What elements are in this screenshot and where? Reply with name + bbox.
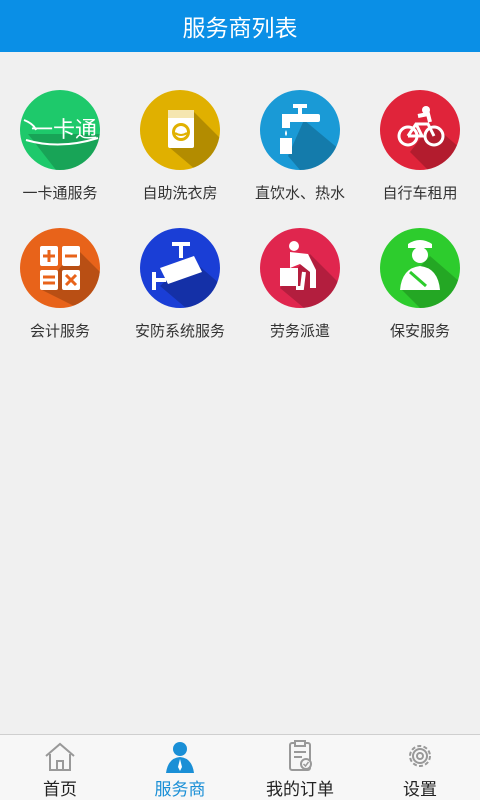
security-camera-icon — [140, 228, 220, 308]
service-bicycle[interactable]: 自行车租用 — [360, 90, 480, 228]
calculator-icon — [20, 228, 100, 308]
laborer-icon — [260, 228, 340, 308]
service-label: 劳务派遣 — [269, 322, 330, 340]
tab-home[interactable]: 首页 — [0, 735, 120, 800]
service-security-system[interactable]: 安防系统服务 — [120, 228, 240, 366]
service-accounting[interactable]: 会计服务 — [0, 228, 120, 366]
service-laundry[interactable]: 自助洗衣房 — [120, 90, 240, 228]
service-labor[interactable]: 劳务派遣 — [240, 228, 360, 366]
page-title: 服务商列表 — [182, 16, 298, 42]
settings-icon — [409, 745, 431, 767]
service-card-pass[interactable]: 一卡通 一卡通服务 — [0, 90, 120, 228]
service-label: 直饮水、热水 — [254, 184, 345, 202]
orders-icon — [289, 740, 312, 771]
tab-label: 我的订单 — [266, 780, 334, 800]
tab-orders[interactable]: 我的订单 — [240, 735, 360, 800]
security-guard-icon — [380, 228, 460, 308]
service-row: 会计服务 安防系统服务 劳务派遣 保安服务 — [0, 228, 480, 366]
tab-label: 设置 — [403, 780, 437, 800]
card-pass-icon-text: 一卡通 — [31, 118, 97, 143]
service-label: 保安服务 — [389, 322, 450, 340]
tab-label: 服务商 — [154, 780, 206, 800]
service-label: 自助洗衣房 — [142, 184, 218, 202]
bottom-tab-bar: 首页 服务商 我的订单 设置 — [0, 734, 480, 800]
provider-icon — [166, 742, 194, 773]
bicycle-icon — [380, 90, 460, 170]
top-bar: 服务商列表 — [0, 0, 480, 52]
service-row: 一卡通 一卡通服务 自助洗衣房 直饮水、热水 自行车租用 — [0, 90, 480, 228]
service-label: 会计服务 — [29, 322, 90, 340]
washing-machine-icon — [140, 90, 220, 170]
service-label: 安防系统服务 — [134, 322, 225, 340]
tab-provider[interactable]: 服务商 — [120, 735, 240, 800]
tab-label: 首页 — [43, 780, 77, 800]
service-water[interactable]: 直饮水、热水 — [240, 90, 360, 228]
service-label: 一卡通服务 — [22, 184, 98, 202]
service-grid: 一卡通 一卡通服务 自助洗衣房 直饮水、热水 自行车租用 会计服务 安防系统服务… — [0, 52, 480, 366]
tab-settings[interactable]: 设置 — [360, 735, 480, 800]
water-faucet-icon — [260, 90, 340, 170]
card-pass-icon: 一卡通 — [20, 90, 100, 170]
service-label: 自行车租用 — [382, 184, 458, 202]
service-guard[interactable]: 保安服务 — [360, 228, 480, 366]
home-icon — [45, 742, 75, 771]
